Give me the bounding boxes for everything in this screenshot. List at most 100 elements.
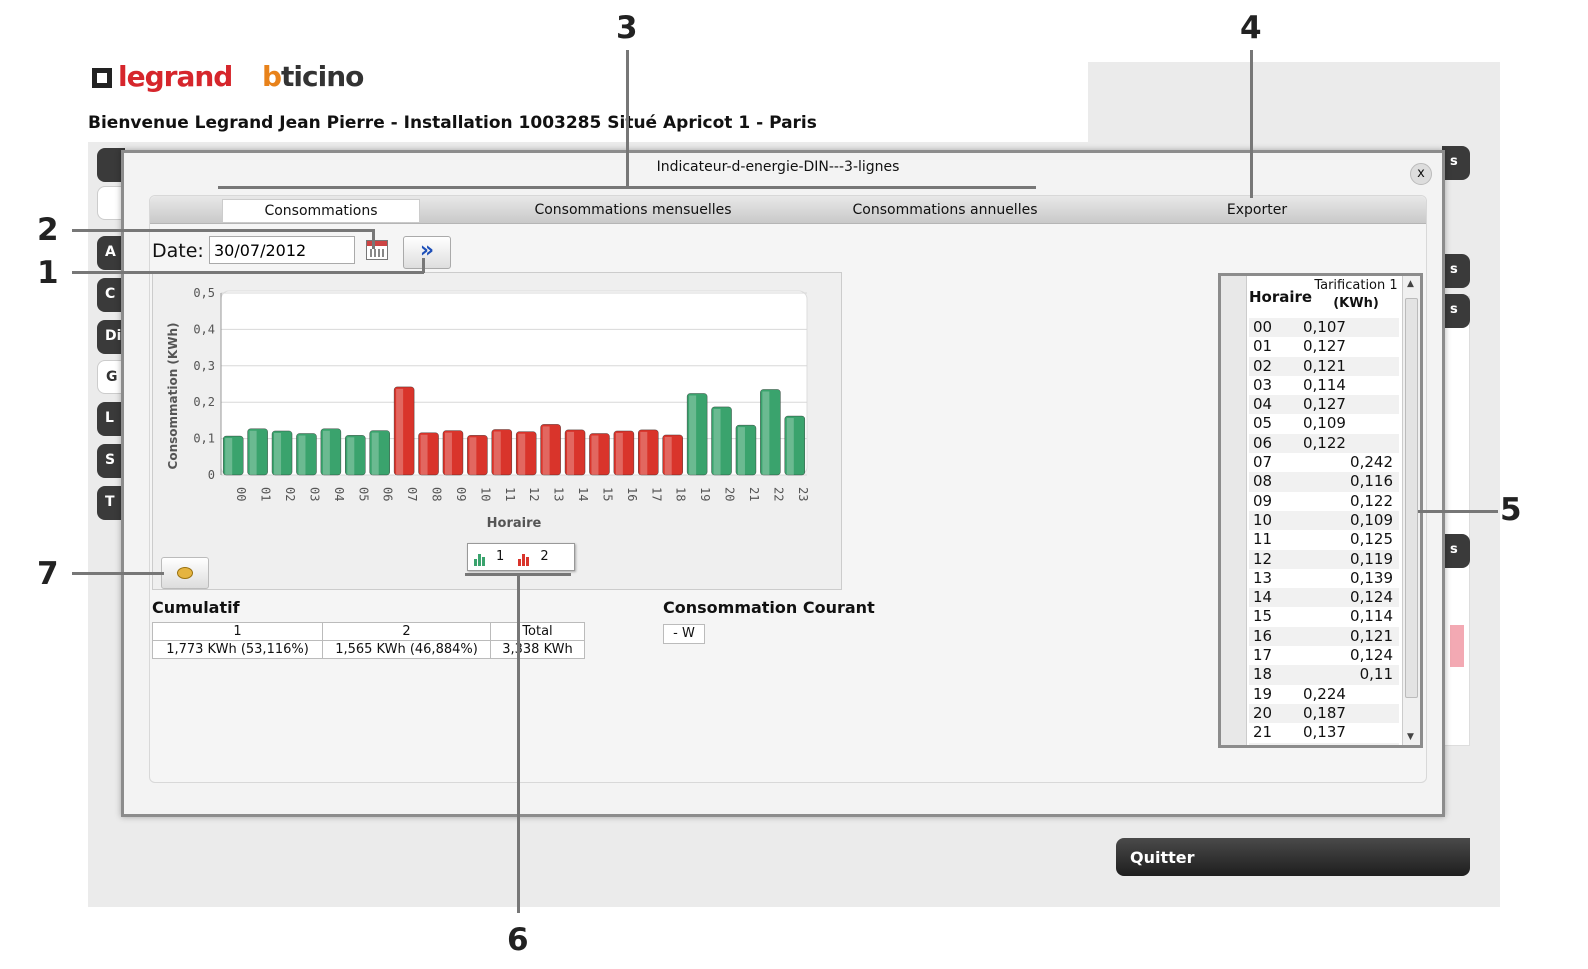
cumulatif-title: Cumulatif	[152, 598, 240, 617]
bar-highlight	[420, 434, 428, 475]
callout-1-line-h	[72, 271, 424, 274]
table-row: 02 0,121	[1249, 356, 1399, 376]
y-tick-label: 0,4	[193, 322, 215, 336]
x-tick-label: 05	[356, 487, 370, 501]
row-hour: 07	[1253, 453, 1273, 472]
bar-highlight	[225, 438, 233, 475]
legend-item-tariff-2[interactable]: 2	[518, 549, 549, 566]
y-tick-label: 0,1	[193, 432, 215, 446]
table-row: 13 0,139	[1249, 569, 1399, 588]
table-row: 20 0,187	[1249, 703, 1399, 724]
table-row: 22 0,235	[1249, 742, 1399, 745]
x-tick-label: 12	[527, 487, 541, 501]
x-tick-label: 17	[649, 487, 663, 501]
green-bars-icon	[474, 551, 488, 566]
dialog-content-panel: Consommations Consommations mensuelles C…	[149, 195, 1427, 783]
table-row: 08 0,116	[1249, 472, 1399, 492]
row-hour: 14	[1253, 588, 1273, 607]
row-value: 0,114	[1350, 607, 1393, 626]
cumul-value-1: 1,773 KWh (53,116%)	[152, 640, 323, 659]
bar-highlight	[469, 437, 477, 475]
date-input[interactable]	[209, 236, 355, 264]
bar-highlight	[762, 391, 770, 475]
bar-highlight	[640, 431, 648, 475]
right-tab-2[interactable]: s	[1442, 254, 1470, 288]
x-tick-label: 01	[259, 487, 273, 501]
row-hour: 03	[1253, 375, 1273, 394]
energy-indicator-dialog: Indicateur-d-energie-DIN---3-lignes x Co…	[121, 150, 1445, 817]
row-value: 0,137	[1303, 723, 1346, 742]
row-value: 0,187	[1303, 703, 1346, 722]
red-bars-icon	[518, 551, 532, 566]
bar-highlight	[493, 431, 501, 475]
bar-highlight	[786, 418, 794, 475]
callout-4: 4	[1240, 10, 1262, 46]
header-tarification: Tarification 1 (KWh)	[1314, 278, 1398, 311]
header-horaire: Horaire	[1249, 288, 1313, 306]
tab-consommations[interactable]: Consommations	[222, 199, 420, 222]
row-value: 0,127	[1303, 337, 1346, 356]
right-tab-3[interactable]: s	[1442, 294, 1470, 328]
row-value: 0,242	[1350, 453, 1393, 472]
hourly-table-header: Horaire Tarification 1 (KWh)	[1221, 276, 1401, 316]
x-tick-label: 03	[307, 487, 321, 501]
close-button[interactable]: x	[1410, 163, 1432, 185]
row-hour: 19	[1253, 684, 1273, 703]
legrand-logo: legrand	[92, 60, 233, 93]
right-tab-1[interactable]: s	[1442, 146, 1470, 180]
bar-highlight	[689, 395, 697, 475]
table-row: 12 0,119	[1249, 549, 1399, 569]
legend-label-1: 1	[496, 549, 505, 564]
y-axis-title: Consommation (KWh)	[166, 323, 180, 470]
row-hour: 06	[1253, 433, 1273, 452]
chart-export-button[interactable]	[161, 557, 209, 589]
table-row: 11 0,125	[1249, 530, 1399, 549]
table-row: 09 0,122	[1249, 492, 1399, 511]
bar-highlight	[591, 435, 599, 475]
screenshot-stage: legrand bticino Bienvenue Legrand Jean P…	[0, 0, 1588, 969]
consumption-chart: 0 0,1 0,2 0,3 0,4 0,5 00 01 02 03 04 05 06 07 08 09 10 11…	[152, 272, 842, 590]
y-tick-label: 0,3	[193, 359, 215, 373]
row-value: 0,224	[1303, 684, 1346, 703]
quit-button[interactable]: Quitter	[1116, 838, 1470, 876]
callout-5-line	[1418, 510, 1498, 513]
tab-consommations-mensuelles[interactable]: Consommations mensuelles	[520, 199, 746, 222]
bticino-logo: bticino	[262, 60, 364, 93]
legend-item-tariff-1[interactable]: 1	[474, 549, 505, 566]
next-day-button[interactable]: »	[403, 236, 451, 269]
table-row: 10 0,109	[1249, 510, 1399, 531]
chart-legend: 1 2	[467, 543, 575, 571]
bar-highlight	[298, 435, 306, 475]
callout-6: 6	[507, 922, 529, 958]
tab-exporter[interactable]: Exporter	[1212, 199, 1302, 222]
hourly-rows: 00 0,107 01 0,127 02 0,121 03 0,114 04 0,127 05 0,1…	[1249, 318, 1399, 745]
scroll-down-icon[interactable]: ▼	[1407, 732, 1414, 742]
row-hour: 08	[1253, 472, 1273, 491]
table-row: 15 0,114	[1249, 607, 1399, 626]
row-hour: 17	[1253, 646, 1273, 665]
row-hour: 21	[1253, 723, 1273, 742]
bar-highlight	[542, 426, 550, 475]
scroll-thumb[interactable]	[1405, 298, 1418, 698]
table-row: 14 0,124	[1249, 588, 1399, 608]
table-row: 18 0,11	[1249, 665, 1399, 685]
calendar-icon[interactable]	[366, 240, 388, 260]
row-value: 0,109	[1303, 414, 1346, 433]
right-tab-4[interactable]: s	[1442, 534, 1470, 568]
x-axis-title: Horaire	[487, 516, 542, 531]
bar-highlight	[371, 432, 379, 475]
callout-2-line-v	[372, 229, 375, 249]
legend-label-2: 2	[540, 549, 549, 564]
row-hour: 12	[1253, 549, 1273, 568]
row-hour: 00	[1253, 318, 1273, 336]
row-hour: 10	[1253, 510, 1273, 529]
callout-2-line-h	[72, 229, 374, 232]
tab-consommations-annuelles[interactable]: Consommations annuelles	[836, 199, 1054, 222]
current-consumption-value: - W	[663, 624, 705, 644]
x-tick-label: 21	[747, 487, 761, 501]
scroll-up-icon[interactable]: ▲	[1407, 279, 1414, 289]
row-value: 0,109	[1350, 510, 1393, 529]
row-value: 0,122	[1303, 433, 1346, 452]
row-value: 0,121	[1350, 626, 1393, 645]
x-tick-label: 02	[283, 487, 297, 501]
